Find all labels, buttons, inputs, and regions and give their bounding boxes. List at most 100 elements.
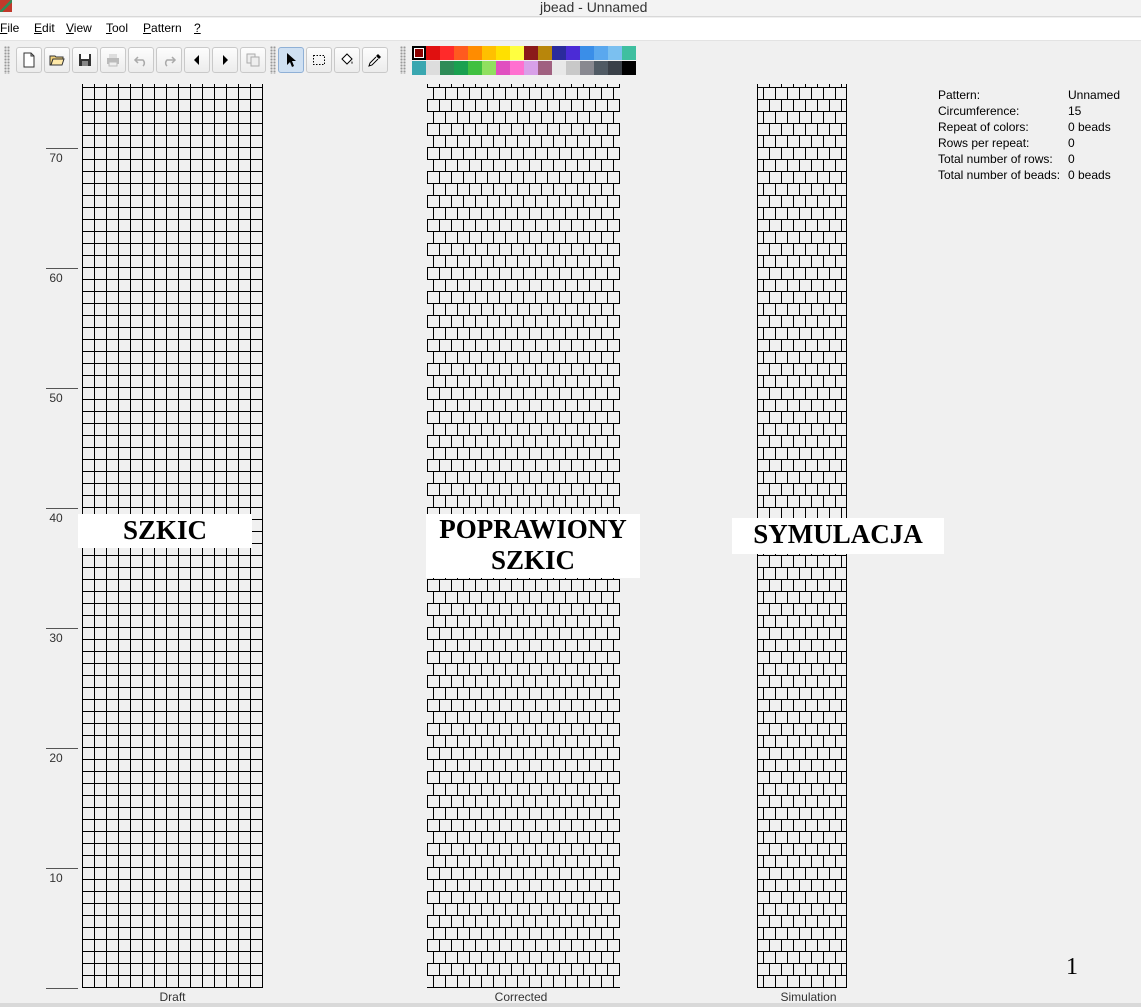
new-file-button[interactable]: [16, 47, 42, 73]
palette-swatch[interactable]: [510, 61, 524, 75]
open-file-button[interactable]: [44, 47, 70, 73]
palette-swatch[interactable]: [412, 61, 426, 75]
pipette-tool-button[interactable]: [362, 47, 388, 73]
undo-button[interactable]: [128, 47, 154, 73]
shift-right-button[interactable]: [212, 47, 238, 73]
shift-left-button[interactable]: [184, 47, 210, 73]
ruler-label: 40: [49, 511, 63, 525]
new-file-icon: [23, 52, 35, 68]
palette-swatch[interactable]: [468, 61, 482, 75]
palette-swatch[interactable]: [552, 46, 566, 60]
menu-view[interactable]: View: [66, 21, 92, 35]
ruler-tick: [46, 748, 78, 749]
info-row-pattern: Pattern: Unnamed: [938, 88, 1138, 104]
palette-swatch[interactable]: [594, 61, 608, 75]
palette-swatch[interactable]: [524, 46, 538, 60]
menu-help[interactable]: ?: [194, 21, 201, 35]
info-value: 0 beads: [1068, 120, 1111, 134]
info-row-circumference: Circumference: 15: [938, 104, 1138, 120]
palette-swatch[interactable]: [524, 61, 538, 75]
redo-icon: [164, 56, 177, 67]
window-title: jbead - Unnamed: [540, 0, 648, 15]
undo-icon: [133, 56, 146, 67]
palette-swatch[interactable]: [580, 46, 594, 60]
info-row-total-rows: Total number of rows: 0: [938, 152, 1138, 168]
select-tool-button[interactable]: [306, 47, 332, 73]
palette-swatch[interactable]: [510, 46, 524, 60]
ruler-label: 70: [49, 151, 63, 165]
palette-swatch[interactable]: [454, 46, 468, 60]
info-label: Repeat of colors:: [938, 120, 1029, 134]
palette-swatch[interactable]: [440, 61, 454, 75]
palette-swatch[interactable]: [608, 46, 622, 60]
palette-swatch[interactable]: [496, 61, 510, 75]
print-button[interactable]: [100, 47, 126, 73]
ruler-label: 60: [49, 271, 63, 285]
toolbar-grip[interactable]: [4, 46, 10, 74]
copy-icon: [246, 53, 260, 67]
palette-swatch[interactable]: [566, 61, 580, 75]
menu-tool[interactable]: Tool: [106, 21, 128, 35]
menu-edit[interactable]: Edit: [34, 21, 55, 35]
copy-pattern-button[interactable]: [240, 47, 266, 73]
palette-swatch[interactable]: [454, 61, 468, 75]
corrected-overlay-line1: POPRAWIONY: [439, 514, 627, 544]
info-label: Total number of rows:: [938, 152, 1053, 166]
palette-swatch[interactable]: [538, 61, 552, 75]
eyedropper-icon: [368, 54, 381, 67]
palette-swatch[interactable]: [538, 46, 552, 60]
info-value: 0: [1068, 136, 1075, 150]
menu-pattern[interactable]: Pattern: [143, 21, 182, 35]
info-label: Rows per repeat:: [938, 136, 1030, 150]
toolbar-grip-2[interactable]: [270, 46, 276, 74]
pencil-tool-button[interactable]: [278, 47, 304, 73]
simulation-caption: Simulation: [780, 990, 837, 1004]
palette-swatch[interactable]: [496, 46, 510, 60]
arrow-left-icon: [194, 55, 199, 65]
title-bar: jbead - Unnamed: [0, 0, 1141, 17]
palette-swatch[interactable]: [608, 61, 622, 75]
simulation-overlay-label: SYMULACJA: [732, 518, 944, 554]
save-file-button[interactable]: [72, 47, 98, 73]
info-value: 0: [1068, 152, 1075, 166]
menu-file[interactable]: File: [0, 21, 19, 35]
palette-swatch[interactable]: [566, 46, 580, 60]
selection-rect-icon: [313, 55, 325, 65]
ruler-tick: [46, 628, 78, 629]
info-row-repeat-colors: Repeat of colors: 0 beads: [938, 120, 1138, 136]
ruler-label: 30: [49, 631, 63, 645]
fill-tool-button[interactable]: [334, 47, 360, 73]
palette-swatch[interactable]: [426, 46, 440, 60]
palette-swatch[interactable]: [482, 61, 496, 75]
ruler-tick: [46, 868, 78, 869]
printer-icon: [107, 54, 119, 67]
palette-swatch[interactable]: [482, 46, 496, 60]
palette-swatch[interactable]: [412, 46, 426, 60]
palette-swatch[interactable]: [468, 46, 482, 60]
info-label: Total number of beads:: [938, 168, 1061, 182]
page-number: 1: [1066, 954, 1078, 980]
ruler-tick: [46, 148, 78, 149]
folder-open-icon: [49, 55, 65, 66]
info-value: 0 beads: [1068, 168, 1111, 182]
info-value: Unnamed: [1068, 88, 1121, 102]
palette-swatch[interactable]: [622, 46, 636, 60]
ruler-label: 50: [49, 391, 63, 405]
palette-swatch[interactable]: [580, 61, 594, 75]
arrow-right-icon: [223, 55, 228, 65]
paint-bucket-icon: [341, 53, 353, 65]
toolbar-grip-3[interactable]: [400, 46, 406, 74]
palette-swatch[interactable]: [440, 46, 454, 60]
draft-caption: Draft: [159, 990, 186, 1004]
palette-swatch[interactable]: [426, 61, 440, 75]
corrected-overlay-line2: SZKIC: [490, 545, 576, 575]
ruler-tick: [46, 388, 78, 389]
pointer-icon: [287, 53, 296, 67]
palette-swatch[interactable]: [552, 61, 566, 75]
palette-swatch[interactable]: [622, 61, 636, 75]
ruler-tick: [46, 988, 78, 989]
palette-swatch[interactable]: [594, 46, 608, 60]
redo-button[interactable]: [156, 47, 182, 73]
ruler-label: 10: [49, 871, 63, 885]
menu-bar: File Edit View Tool Pattern ?: [0, 18, 1141, 41]
